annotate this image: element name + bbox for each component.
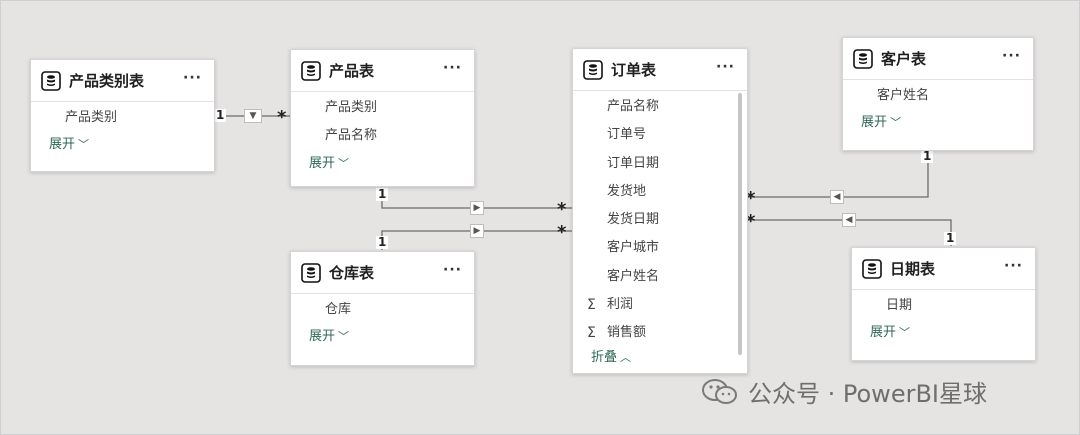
cardinality-one: 1 bbox=[376, 235, 389, 249]
cardinality-many: * bbox=[277, 107, 287, 128]
card-header: 产品表 ··· bbox=[291, 50, 474, 92]
card-title: 日期表 bbox=[890, 260, 936, 278]
field-item[interactable]: 客户姓名 bbox=[573, 263, 747, 291]
field-item[interactable]: 发货日期 bbox=[573, 206, 747, 234]
field-item[interactable]: 客户姓名 bbox=[843, 82, 1033, 110]
database-icon bbox=[301, 60, 321, 81]
cardinality-one: 1 bbox=[214, 108, 227, 122]
measure-label: 利润 bbox=[607, 297, 634, 313]
field-item[interactable]: 产品类别 bbox=[291, 94, 474, 122]
filter-direction-icon[interactable]: ▶ bbox=[470, 201, 484, 215]
field-item[interactable]: 日期 bbox=[852, 292, 1035, 320]
field-item[interactable]: 客户城市 bbox=[573, 234, 747, 262]
more-options-icon[interactable]: ··· bbox=[443, 60, 462, 76]
card-title: 仓库表 bbox=[329, 264, 375, 282]
toggle-label: 折叠 bbox=[591, 349, 618, 365]
field-item[interactable]: 产品名称 bbox=[291, 122, 474, 150]
chevron-up-icon: ︿ bbox=[620, 350, 632, 364]
field-item[interactable]: 发货地 bbox=[573, 178, 747, 206]
scrollbar[interactable] bbox=[738, 93, 742, 355]
expand-toggle[interactable]: 展开 ﹀ bbox=[291, 151, 474, 177]
expand-toggle[interactable]: 展开 ﹀ bbox=[291, 324, 474, 350]
database-icon bbox=[301, 262, 321, 283]
table-card-customer[interactable]: 客户表 ··· 客户姓名 展开 ﹀ bbox=[842, 37, 1034, 151]
card-header: 仓库表 ··· bbox=[291, 252, 474, 294]
database-icon bbox=[41, 70, 61, 91]
sigma-icon: Σ bbox=[587, 297, 596, 314]
card-title: 订单表 bbox=[611, 61, 657, 79]
filter-direction-icon[interactable]: ◀ bbox=[830, 190, 844, 204]
more-options-icon[interactable]: ··· bbox=[1002, 48, 1021, 64]
measure-item[interactable]: Σ 销售额 bbox=[573, 319, 747, 347]
watermark-text: 公众号 · PowerBI星球 bbox=[748, 380, 987, 408]
expand-toggle[interactable]: 展开 ﹀ bbox=[843, 110, 1033, 136]
sigma-icon: Σ bbox=[587, 325, 596, 342]
toggle-label: 展开 bbox=[309, 329, 336, 345]
field-item[interactable]: 订单日期 bbox=[573, 150, 747, 178]
chevron-down-icon: ﹀ bbox=[338, 156, 350, 170]
filter-direction-icon[interactable]: ▼ bbox=[244, 109, 262, 123]
collapse-toggle[interactable]: 折叠 ︿ bbox=[573, 348, 747, 368]
more-options-icon[interactable]: ··· bbox=[1004, 258, 1023, 274]
card-header: 日期表 ··· bbox=[852, 248, 1035, 290]
card-title: 客户表 bbox=[881, 50, 927, 68]
cardinality-many: * bbox=[557, 222, 567, 243]
toggle-label: 展开 bbox=[861, 115, 888, 131]
filter-direction-icon[interactable]: ◀ bbox=[842, 213, 856, 227]
wechat-icon bbox=[702, 378, 737, 404]
database-icon bbox=[853, 48, 873, 69]
table-card-date[interactable]: 日期表 ··· 日期 展开 ﹀ bbox=[851, 247, 1036, 361]
expand-toggle[interactable]: 展开 ﹀ bbox=[852, 320, 1035, 346]
card-header: 客户表 ··· bbox=[843, 38, 1033, 80]
chevron-down-icon: ﹀ bbox=[338, 330, 350, 344]
card-header: 订单表 ··· bbox=[573, 49, 747, 91]
table-card-warehouse[interactable]: 仓库表 ··· 仓库 展开 ﹀ bbox=[290, 251, 475, 366]
table-card-product[interactable]: 产品表 ··· 产品类别 产品名称 展开 ﹀ bbox=[290, 49, 475, 187]
field-item[interactable]: 订单号 bbox=[573, 121, 747, 149]
chevron-down-icon: ﹀ bbox=[890, 116, 902, 130]
field-item[interactable]: 产品类别 bbox=[31, 104, 214, 132]
field-item[interactable]: 产品名称 bbox=[573, 93, 747, 121]
cardinality-many: * bbox=[557, 199, 567, 220]
more-options-icon[interactable]: ··· bbox=[443, 262, 462, 278]
database-icon bbox=[583, 59, 603, 80]
field-item[interactable]: 仓库 bbox=[291, 296, 474, 324]
cardinality-one: 1 bbox=[921, 149, 934, 163]
measure-item[interactable]: Σ 利润 bbox=[573, 291, 747, 319]
toggle-label: 展开 bbox=[870, 325, 897, 341]
more-options-icon[interactable]: ··· bbox=[183, 70, 202, 86]
watermark: 公众号 · PowerBI星球 bbox=[700, 374, 987, 409]
card-title: 产品类别表 bbox=[69, 72, 145, 90]
expand-toggle[interactable]: 展开 ﹀ bbox=[31, 132, 214, 158]
database-icon bbox=[862, 258, 882, 279]
more-options-icon[interactable]: ··· bbox=[716, 59, 735, 75]
chevron-down-icon: ﹀ bbox=[899, 326, 911, 340]
card-header: 产品类别表 ··· bbox=[31, 60, 214, 102]
table-card-category[interactable]: 产品类别表 ··· 产品类别 展开 ﹀ bbox=[30, 59, 215, 172]
chevron-down-icon: ﹀ bbox=[78, 138, 90, 152]
toggle-label: 展开 bbox=[309, 155, 336, 171]
cardinality-one: 1 bbox=[944, 231, 957, 245]
filter-direction-icon[interactable]: ▶ bbox=[470, 224, 484, 238]
measure-label: 销售额 bbox=[607, 325, 647, 341]
card-title: 产品表 bbox=[329, 62, 375, 80]
toggle-label: 展开 bbox=[49, 137, 76, 153]
table-card-order[interactable]: 订单表 ··· 产品名称 订单号 订单日期 发货地 发货日期 客户城市 客户姓名… bbox=[572, 48, 748, 374]
cardinality-one: 1 bbox=[376, 187, 389, 201]
